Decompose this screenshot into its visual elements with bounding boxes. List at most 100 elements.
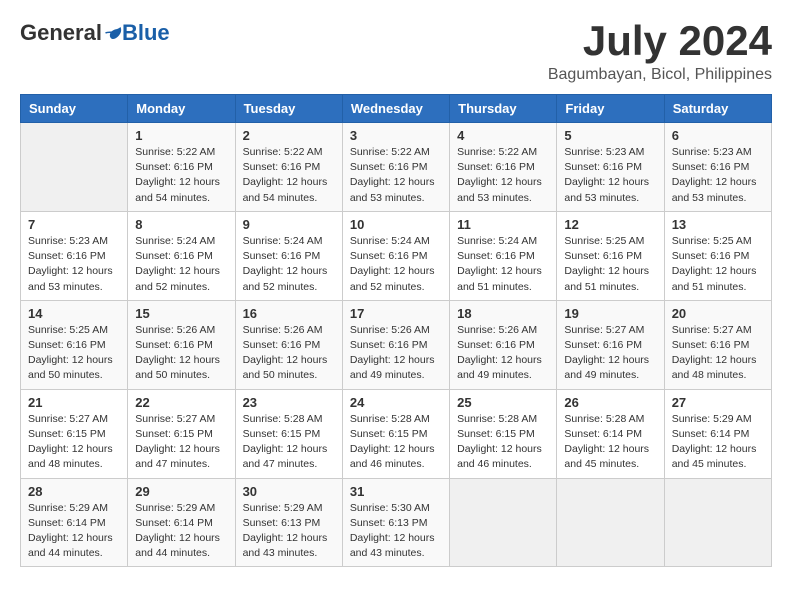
day-content: Sunrise: 5:28 AMSunset: 6:15 PMDaylight:… — [243, 412, 335, 473]
calendar-cell: 8 Sunrise: 5:24 AMSunset: 6:16 PMDaylight… — [128, 211, 235, 300]
calendar-cell: 23 Sunrise: 5:28 AMSunset: 6:15 PMDayligh… — [235, 389, 342, 478]
calendar-cell: 14Sunrise: 5:25 AMSunset: 6:16 PMDayligh… — [21, 300, 128, 389]
day-number: 1 — [135, 128, 227, 143]
day-number: 18 — [457, 306, 549, 321]
day-content: Sunrise: 5:24 AMSunset: 6:16 PMDaylight:… — [350, 234, 442, 295]
calendar-cell: 22Sunrise: 5:27 AMSunset: 6:15 PMDayligh… — [128, 389, 235, 478]
calendar-cell: 7Sunrise: 5:23 AMSunset: 6:16 PMDaylight… — [21, 211, 128, 300]
day-content: Sunrise: 5:28 AMSunset: 6:15 PMDaylight:… — [457, 412, 549, 473]
calendar-week-1: 1 Sunrise: 5:22 AMSunset: 6:16 PMDaylight… — [21, 123, 772, 212]
day-content: Sunrise: 5:26 AMSunset: 6:16 PMDaylight:… — [350, 323, 442, 384]
calendar-cell: 13 Sunrise: 5:25 AMSunset: 6:16 PMDayligh… — [664, 211, 771, 300]
day-number: 6 — [672, 128, 764, 143]
logo-general: General — [20, 20, 102, 46]
day-number: 15 — [135, 306, 227, 321]
calendar-week-4: 21 Sunrise: 5:27 AMSunset: 6:15 PMDayligh… — [21, 389, 772, 478]
day-number: 27 — [672, 395, 764, 410]
weekday-header-monday: Monday — [128, 95, 235, 123]
weekday-header-tuesday: Tuesday — [235, 95, 342, 123]
calendar-cell: 9Sunrise: 5:24 AMSunset: 6:16 PMDaylight… — [235, 211, 342, 300]
calendar-week-2: 7Sunrise: 5:23 AMSunset: 6:16 PMDaylight… — [21, 211, 772, 300]
day-content: Sunrise: 5:22 AMSunset: 6:16 PMDaylight:… — [457, 145, 549, 206]
day-number: 20 — [672, 306, 764, 321]
day-number: 12 — [564, 217, 656, 232]
weekday-header-row: SundayMondayTuesdayWednesdayThursdayFrid… — [21, 95, 772, 123]
calendar-cell: 5 Sunrise: 5:23 AMSunset: 6:16 PMDaylight… — [557, 123, 664, 212]
day-number: 10 — [350, 217, 442, 232]
day-content: Sunrise: 5:24 AMSunset: 6:16 PMDaylight:… — [243, 234, 335, 295]
day-content: Sunrise: 5:22 AMSunset: 6:16 PMDaylight:… — [135, 145, 227, 206]
day-number: 14 — [28, 306, 120, 321]
day-number: 2 — [243, 128, 335, 143]
weekday-header-sunday: Sunday — [21, 95, 128, 123]
calendar-cell: 4 Sunrise: 5:22 AMSunset: 6:16 PMDaylight… — [450, 123, 557, 212]
calendar-table: SundayMondayTuesdayWednesdayThursdayFrid… — [20, 94, 772, 567]
day-content: Sunrise: 5:29 AMSunset: 6:14 PMDaylight:… — [672, 412, 764, 473]
calendar-cell: 18 Sunrise: 5:26 AMSunset: 6:16 PMDayligh… — [450, 300, 557, 389]
day-number: 3 — [350, 128, 442, 143]
day-content: Sunrise: 5:22 AMSunset: 6:16 PMDaylight:… — [350, 145, 442, 206]
day-number: 11 — [457, 217, 549, 232]
day-content: Sunrise: 5:30 AMSunset: 6:13 PMDaylight:… — [350, 501, 442, 562]
calendar-week-5: 28 Sunrise: 5:29 AMSunset: 6:14 PMDayligh… — [21, 478, 772, 567]
logo: General Blue — [20, 20, 170, 46]
weekday-header-wednesday: Wednesday — [342, 95, 449, 123]
day-content: Sunrise: 5:25 AMSunset: 6:16 PMDaylight:… — [672, 234, 764, 295]
day-content: Sunrise: 5:26 AMSunset: 6:16 PMDaylight:… — [243, 323, 335, 384]
day-content: Sunrise: 5:27 AMSunset: 6:16 PMDaylight:… — [672, 323, 764, 384]
calendar-cell: 29 Sunrise: 5:29 AMSunset: 6:14 PMDayligh… — [128, 478, 235, 567]
calendar-cell: 27 Sunrise: 5:29 AMSunset: 6:14 PMDayligh… — [664, 389, 771, 478]
day-number: 30 — [243, 484, 335, 499]
day-number: 31 — [350, 484, 442, 499]
day-number: 24 — [350, 395, 442, 410]
day-number: 7 — [28, 217, 120, 232]
day-number: 4 — [457, 128, 549, 143]
day-content: Sunrise: 5:27 AMSunset: 6:16 PMDaylight:… — [564, 323, 656, 384]
day-number: 16 — [243, 306, 335, 321]
day-number: 8 — [135, 217, 227, 232]
month-title: July 2024 — [548, 20, 772, 62]
day-number: 29 — [135, 484, 227, 499]
day-content: Sunrise: 5:28 AMSunset: 6:15 PMDaylight:… — [350, 412, 442, 473]
calendar-cell: 25 Sunrise: 5:28 AMSunset: 6:15 PMDayligh… — [450, 389, 557, 478]
calendar-cell: 20 Sunrise: 5:27 AMSunset: 6:16 PMDayligh… — [664, 300, 771, 389]
weekday-header-thursday: Thursday — [450, 95, 557, 123]
day-number: 19 — [564, 306, 656, 321]
calendar-cell — [557, 478, 664, 567]
calendar-cell: 10 Sunrise: 5:24 AMSunset: 6:16 PMDayligh… — [342, 211, 449, 300]
day-number: 5 — [564, 128, 656, 143]
calendar-cell: 12 Sunrise: 5:25 AMSunset: 6:16 PMDayligh… — [557, 211, 664, 300]
day-number: 28 — [28, 484, 120, 499]
day-content: Sunrise: 5:27 AMSunset: 6:15 PMDaylight:… — [28, 412, 120, 473]
day-content: Sunrise: 5:25 AMSunset: 6:16 PMDaylight:… — [564, 234, 656, 295]
day-content: Sunrise: 5:26 AMSunset: 6:16 PMDaylight:… — [135, 323, 227, 384]
calendar-cell: 19 Sunrise: 5:27 AMSunset: 6:16 PMDayligh… — [557, 300, 664, 389]
calendar-cell: 28Sunrise: 5:29 AMSunset: 6:14 PMDayligh… — [21, 478, 128, 567]
location-subtitle: Bagumbayan, Bicol, Philippines — [548, 66, 772, 84]
day-content: Sunrise: 5:26 AMSunset: 6:16 PMDaylight:… — [457, 323, 549, 384]
day-number: 17 — [350, 306, 442, 321]
day-content: Sunrise: 5:23 AMSunset: 6:16 PMDaylight:… — [564, 145, 656, 206]
day-content: Sunrise: 5:24 AMSunset: 6:16 PMDaylight:… — [135, 234, 227, 295]
calendar-cell: 16 Sunrise: 5:26 AMSunset: 6:16 PMDayligh… — [235, 300, 342, 389]
calendar-cell — [21, 123, 128, 212]
weekday-header-saturday: Saturday — [664, 95, 771, 123]
day-content: Sunrise: 5:22 AMSunset: 6:16 PMDaylight:… — [243, 145, 335, 206]
calendar-cell: 26Sunrise: 5:28 AMSunset: 6:14 PMDayligh… — [557, 389, 664, 478]
calendar-cell: 15 Sunrise: 5:26 AMSunset: 6:16 PMDayligh… — [128, 300, 235, 389]
day-number: 26 — [564, 395, 656, 410]
calendar-week-3: 14Sunrise: 5:25 AMSunset: 6:16 PMDayligh… — [21, 300, 772, 389]
calendar-cell: 11Sunrise: 5:24 AMSunset: 6:16 PMDayligh… — [450, 211, 557, 300]
calendar-cell: 1 Sunrise: 5:22 AMSunset: 6:16 PMDaylight… — [128, 123, 235, 212]
day-number: 21 — [28, 395, 120, 410]
calendar-cell: 17 Sunrise: 5:26 AMSunset: 6:16 PMDayligh… — [342, 300, 449, 389]
day-number: 25 — [457, 395, 549, 410]
logo-bird-icon — [104, 24, 122, 42]
day-number: 13 — [672, 217, 764, 232]
day-content: Sunrise: 5:23 AMSunset: 6:16 PMDaylight:… — [672, 145, 764, 206]
calendar-cell: 21 Sunrise: 5:27 AMSunset: 6:15 PMDayligh… — [21, 389, 128, 478]
day-number: 22 — [135, 395, 227, 410]
calendar-cell: 30Sunrise: 5:29 AMSunset: 6:13 PMDayligh… — [235, 478, 342, 567]
day-content: Sunrise: 5:29 AMSunset: 6:14 PMDaylight:… — [135, 501, 227, 562]
day-number: 23 — [243, 395, 335, 410]
